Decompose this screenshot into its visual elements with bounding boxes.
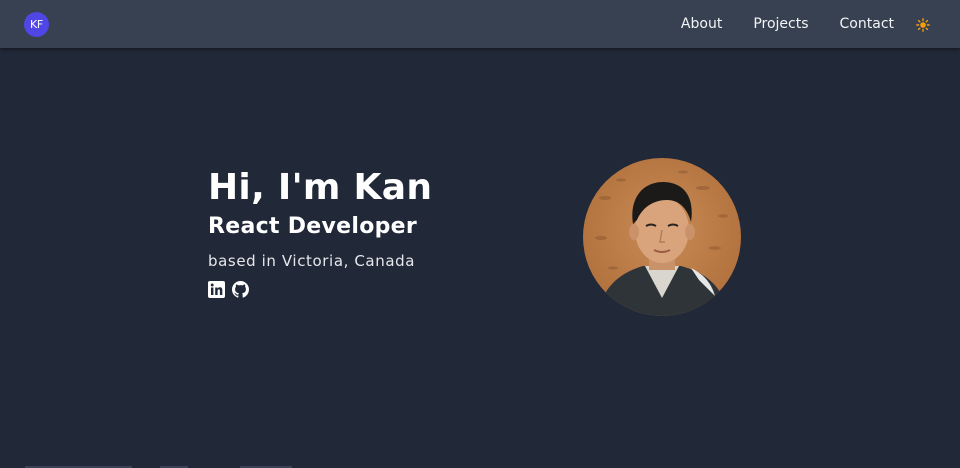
profile-photo (583, 158, 741, 316)
hero-greeting: Hi, I'm Kan (208, 167, 433, 208)
hero-section: Hi, I'm Kan React Developer based in Vic… (0, 48, 960, 468)
nav-link-projects[interactable]: Projects (753, 16, 808, 32)
nav-link-contact[interactable]: Contact (840, 16, 894, 32)
nav-links: About Projects Contact (650, 0, 930, 48)
top-navbar: KF About Projects Contact (0, 0, 960, 48)
linkedin-icon[interactable] (208, 281, 225, 298)
sun-icon[interactable] (916, 17, 930, 32)
hero-role: React Developer (208, 214, 418, 239)
social-links (208, 281, 249, 298)
github-icon[interactable] (232, 281, 249, 298)
hero-location: based in Victoria, Canada (208, 252, 416, 270)
nav-link-about[interactable]: About (681, 16, 722, 32)
logo-badge[interactable]: KF (24, 12, 49, 37)
